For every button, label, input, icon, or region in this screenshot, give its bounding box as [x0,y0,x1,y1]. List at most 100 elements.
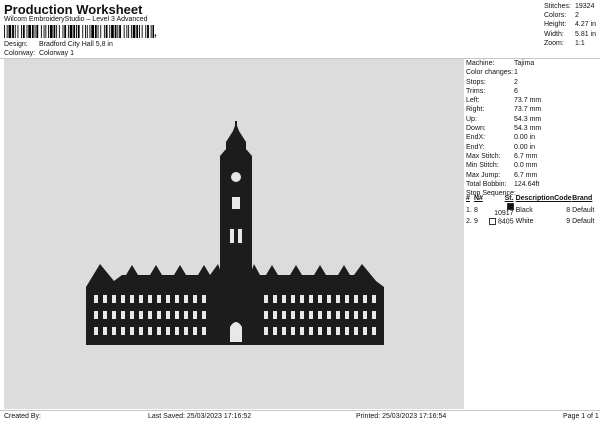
machine-label: EndX: [466,134,486,142]
design-name-row: Design: Bradford City Hall 5,8 in [4,41,113,48]
stop-sequence-table: # N# St. Description Code Brand 1. 8 109… [466,194,598,226]
stat-colors: Colors: 2 [544,11,600,20]
created-by: Created By: [4,413,41,420]
machine-label: Stops: [466,78,486,86]
thread-brand: Default [572,206,595,214]
software-subtitle: Wilcom EmbroideryStudio – Level 3 Advanc… [4,16,148,23]
right-row: Right: 73.7 mm [466,105,600,114]
endx-row: EndX: 0.00 in [466,133,600,142]
stat-width: Width: 5.81 in [544,30,600,39]
table-row: 1. 8 10917 Black 8 Default [466,203,598,217]
machine-value: 73.7 mm [514,106,542,114]
col-header: Code [554,195,572,202]
color-changes-row: Color changes:1 [466,68,600,77]
machine-label: Up: [466,115,477,123]
needle-number: 9 [473,218,478,226]
machine-label: EndY: [466,143,485,151]
row-number: 1. [466,206,472,214]
stat-value: 4.27 in [575,21,597,29]
colorway-row: Colorway: Colorway 1 [4,50,74,57]
machine-label: Color changes: [466,69,514,77]
up-row: Up: 54.3 mm [466,115,600,124]
stat-label: Colors: [544,12,567,20]
down-row: Down: 54.3 mm [466,124,600,133]
design-preview [4,59,464,409]
max-stitch-row: Max Stitch: 6.7 mm [466,152,600,161]
machine-label: Left: [466,97,480,105]
last-saved: Last Saved: 25/03/2023 17:16:52 [148,413,252,420]
machine-value: 6.7 mm [514,171,538,179]
stat-value: 5.81 in [575,30,597,38]
stat-height: Height: 4.27 in [544,20,600,29]
row-number: 2. [466,218,472,226]
machine-value: 1 [514,69,518,77]
color-swatch [506,203,514,210]
barcode-mark: , [154,28,157,39]
machine-value: 6.7 mm [514,152,538,160]
machine-info-panel: Machine: Tajima Color changes:1 Stops: 2 T… [466,59,600,198]
machine-value: 124.64ft [514,180,540,188]
footer-divider [0,410,600,411]
max-jump-row: Max Jump: 6.7 mm [466,171,600,180]
machine-label: Max Jump: [466,171,501,179]
machine-value: 0.00 in [514,134,536,142]
col-header: Brand [572,195,593,202]
col-header: Description [515,195,555,202]
stat-value: 19324 [575,3,595,10]
machine-value: 6 [514,87,518,95]
colorway-label: Colorway: [4,50,36,57]
table-row: 2. 9 8405 White 9 Default [466,217,598,226]
machine-value: 2 [514,78,518,86]
machine-value: 73.7 mm [514,97,542,105]
thread-description: White [515,218,534,226]
thread-code: 8 [566,206,571,214]
machine-label: Total Bobbin: [466,180,507,188]
machine-label: Right: [466,106,485,114]
design-label: Design: [4,41,28,48]
stat-label: Stitches: [544,3,571,10]
stat-label: Zoom: [544,39,564,47]
machine-row: Machine: Tajima [466,59,600,68]
stat-value: 2 [575,12,579,20]
worksheet-title: Production Worksheet [4,2,143,17]
machine-value: Tajima [514,60,535,67]
stat-stitches: Stitches: 19324 [544,2,600,11]
stitch-cell: 10917 [486,203,514,217]
stat-value: 1:1 [575,39,585,47]
stat-zoom: Zoom: 1:1 [544,39,600,48]
needle-number: 8 [473,206,478,214]
stat-label: Width: [544,30,564,38]
trims-row: Trims: 6 [466,87,600,96]
page-indicator: Page 1 of 1 [563,413,599,420]
thread-code: 9 [566,218,571,226]
stitch-cell: 8405 [486,217,514,226]
col-header: St. [504,195,514,202]
design-stats-panel: Stitches: 19324 Colors: 2 Height: 4.27 in W… [544,2,600,48]
left-row: Left: 73.7 mm [466,96,600,105]
thread-description: Black [515,206,533,214]
col-header: N# [473,195,483,202]
thread-brand: Default [572,218,595,226]
machine-label: Down: [466,125,486,133]
printed-date: Printed: 25/03/2023 17:16:54 [356,413,447,420]
machine-value: 54.3 mm [514,125,542,133]
stitch-count: 10917 [494,210,514,218]
color-swatch [489,218,497,226]
machine-value: 0.00 in [514,143,536,151]
stitch-count: 8405 [498,218,514,226]
min-stitch-row: Min Stitch: 0.0 mm [466,161,600,170]
col-header: # [466,195,470,202]
table-header-row: # N# St. Description Code Brand [466,194,598,203]
stops-row: Stops: 2 [466,78,600,87]
machine-value: 54.3 mm [514,115,542,123]
design-value: Bradford City Hall 5,8 in [38,41,113,48]
machine-value: 0.0 mm [514,162,538,170]
colorway-value: Colorway 1 [38,50,74,57]
total-bobbin-row: Total Bobbin: 124.64ft [466,180,600,189]
city-hall-embroidery [86,121,384,345]
stat-label: Height: [544,21,567,29]
machine-label: Min Stitch: [466,162,499,170]
machine-label: Trims: [466,87,486,95]
barcode [4,25,154,38]
endy-row: EndY: 0.00 in [466,143,600,152]
